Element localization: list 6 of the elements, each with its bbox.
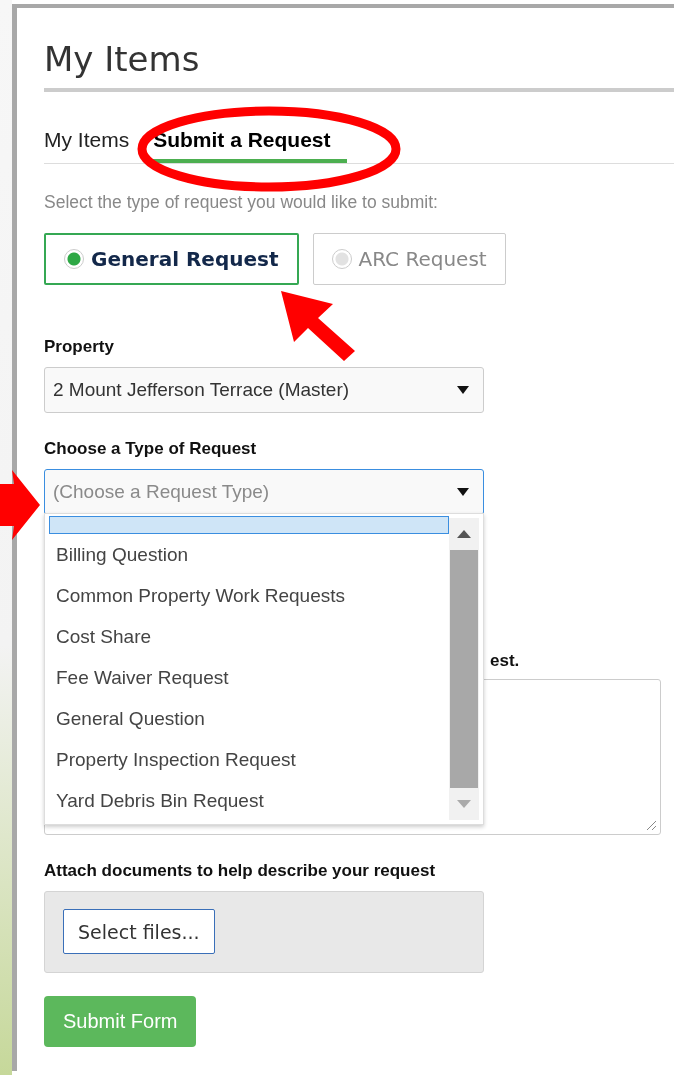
field-label: Attach documents to help describe your request <box>44 861 436 881</box>
page-title: My Items <box>44 34 674 92</box>
field-label: est. <box>490 651 520 671</box>
instruction-text: Select the type of request you would like to submit: <box>44 192 438 213</box>
field-label: Property <box>44 337 114 357</box>
field-label: Choose a Type of Request <box>44 439 257 459</box>
